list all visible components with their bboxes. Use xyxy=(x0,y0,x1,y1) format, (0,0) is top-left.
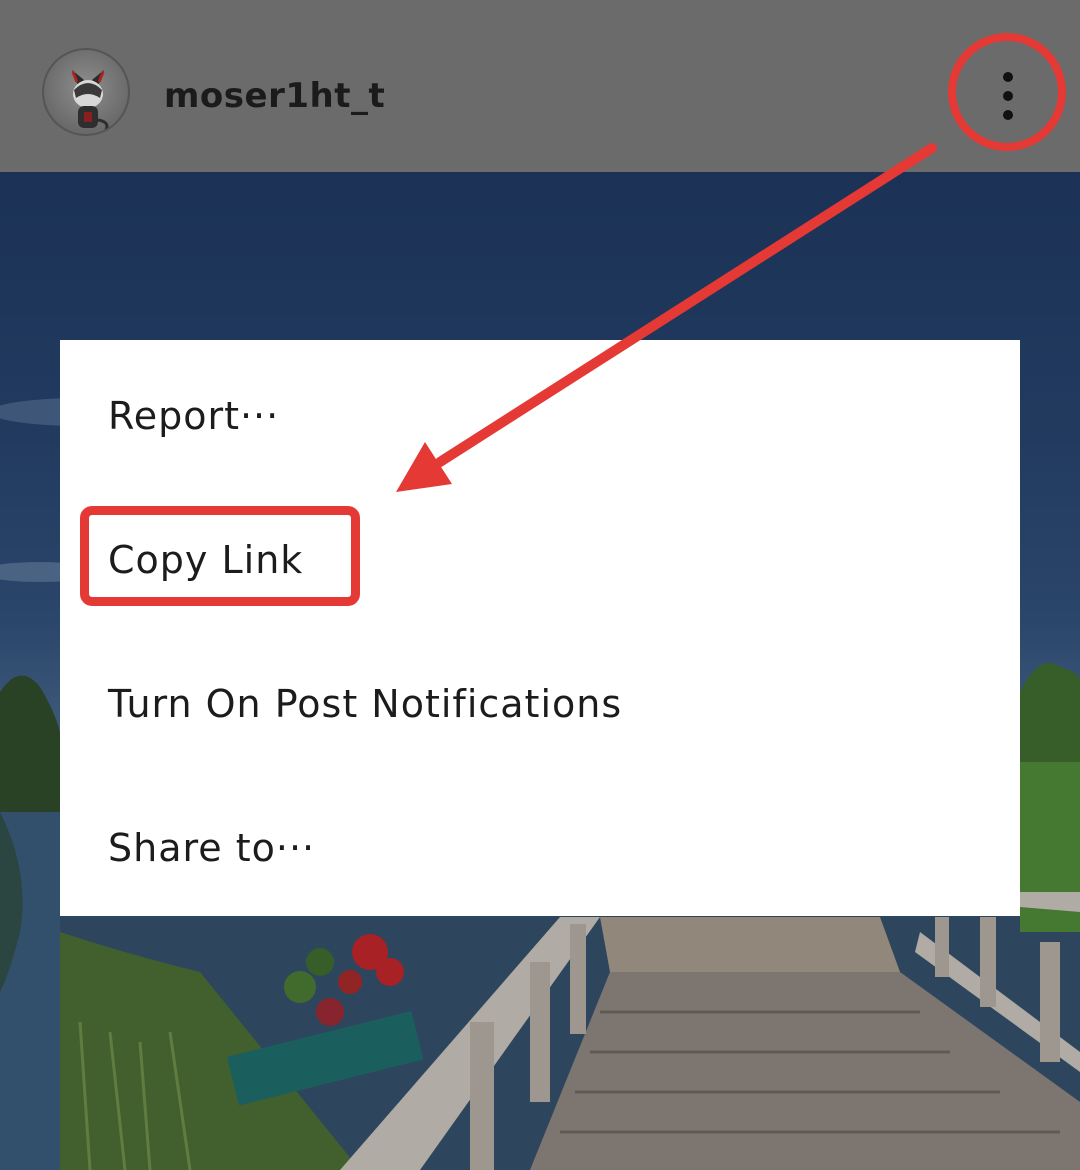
menu-item-share-to[interactable]: Share to··· xyxy=(60,776,1020,920)
post-options-menu: Report··· Copy Link Turn On Post Notific… xyxy=(60,340,1020,916)
post-header: moser1ht_t xyxy=(0,0,1080,172)
avatar-character-icon xyxy=(71,70,109,131)
avatar[interactable] xyxy=(42,48,130,136)
menu-item-report[interactable]: Report··· xyxy=(60,344,1020,488)
menu-item-turn-on-notifications[interactable]: Turn On Post Notifications xyxy=(60,632,1020,776)
highlight-circle xyxy=(948,33,1066,151)
highlight-box xyxy=(80,506,360,606)
username[interactable]: moser1ht_t xyxy=(164,76,385,116)
